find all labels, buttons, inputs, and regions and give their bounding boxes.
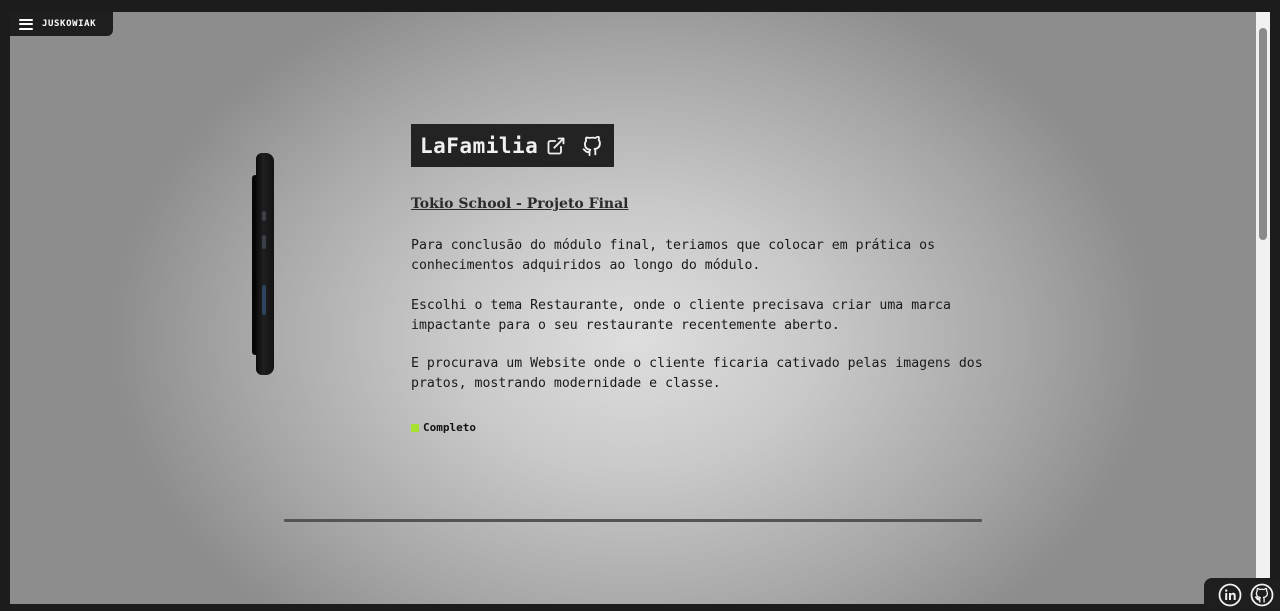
brand-bar[interactable]: JUSKOWIAK	[10, 12, 113, 36]
project-title-box: LaFamilia	[411, 124, 614, 167]
project-description-1: Para conclusão do módulo final, teriamos…	[411, 238, 936, 273]
project-description-3: E procurava um Website onde o cliente fi…	[411, 356, 983, 391]
github-icon[interactable]	[582, 135, 602, 156]
status-label: Completo	[423, 421, 476, 434]
social-links	[1204, 578, 1280, 611]
status-indicator	[411, 423, 419, 432]
external-link-icon[interactable]	[546, 136, 566, 156]
project-description-2: Escolhi o tema Restaurante, onde o clien…	[411, 298, 951, 333]
scrollbar[interactable]	[1256, 12, 1270, 604]
section-divider	[284, 519, 982, 522]
github-icon[interactable]	[1250, 583, 1274, 607]
status-badge: Completo	[411, 421, 476, 434]
scrollbar-thumb[interactable]	[1259, 28, 1267, 240]
hamburger-menu-icon[interactable]	[19, 18, 33, 30]
project-subtitle: Tokio School - Projeto Final	[411, 196, 629, 212]
linkedin-icon[interactable]	[1218, 583, 1242, 607]
brand-name[interactable]: JUSKOWIAK	[42, 19, 96, 29]
phone-mockup-image	[252, 153, 274, 375]
app-frame: JUSKOWIAK LaFamilia Tokio School - Proje…	[0, 0, 1280, 611]
project-title: LaFamilia	[420, 133, 539, 158]
